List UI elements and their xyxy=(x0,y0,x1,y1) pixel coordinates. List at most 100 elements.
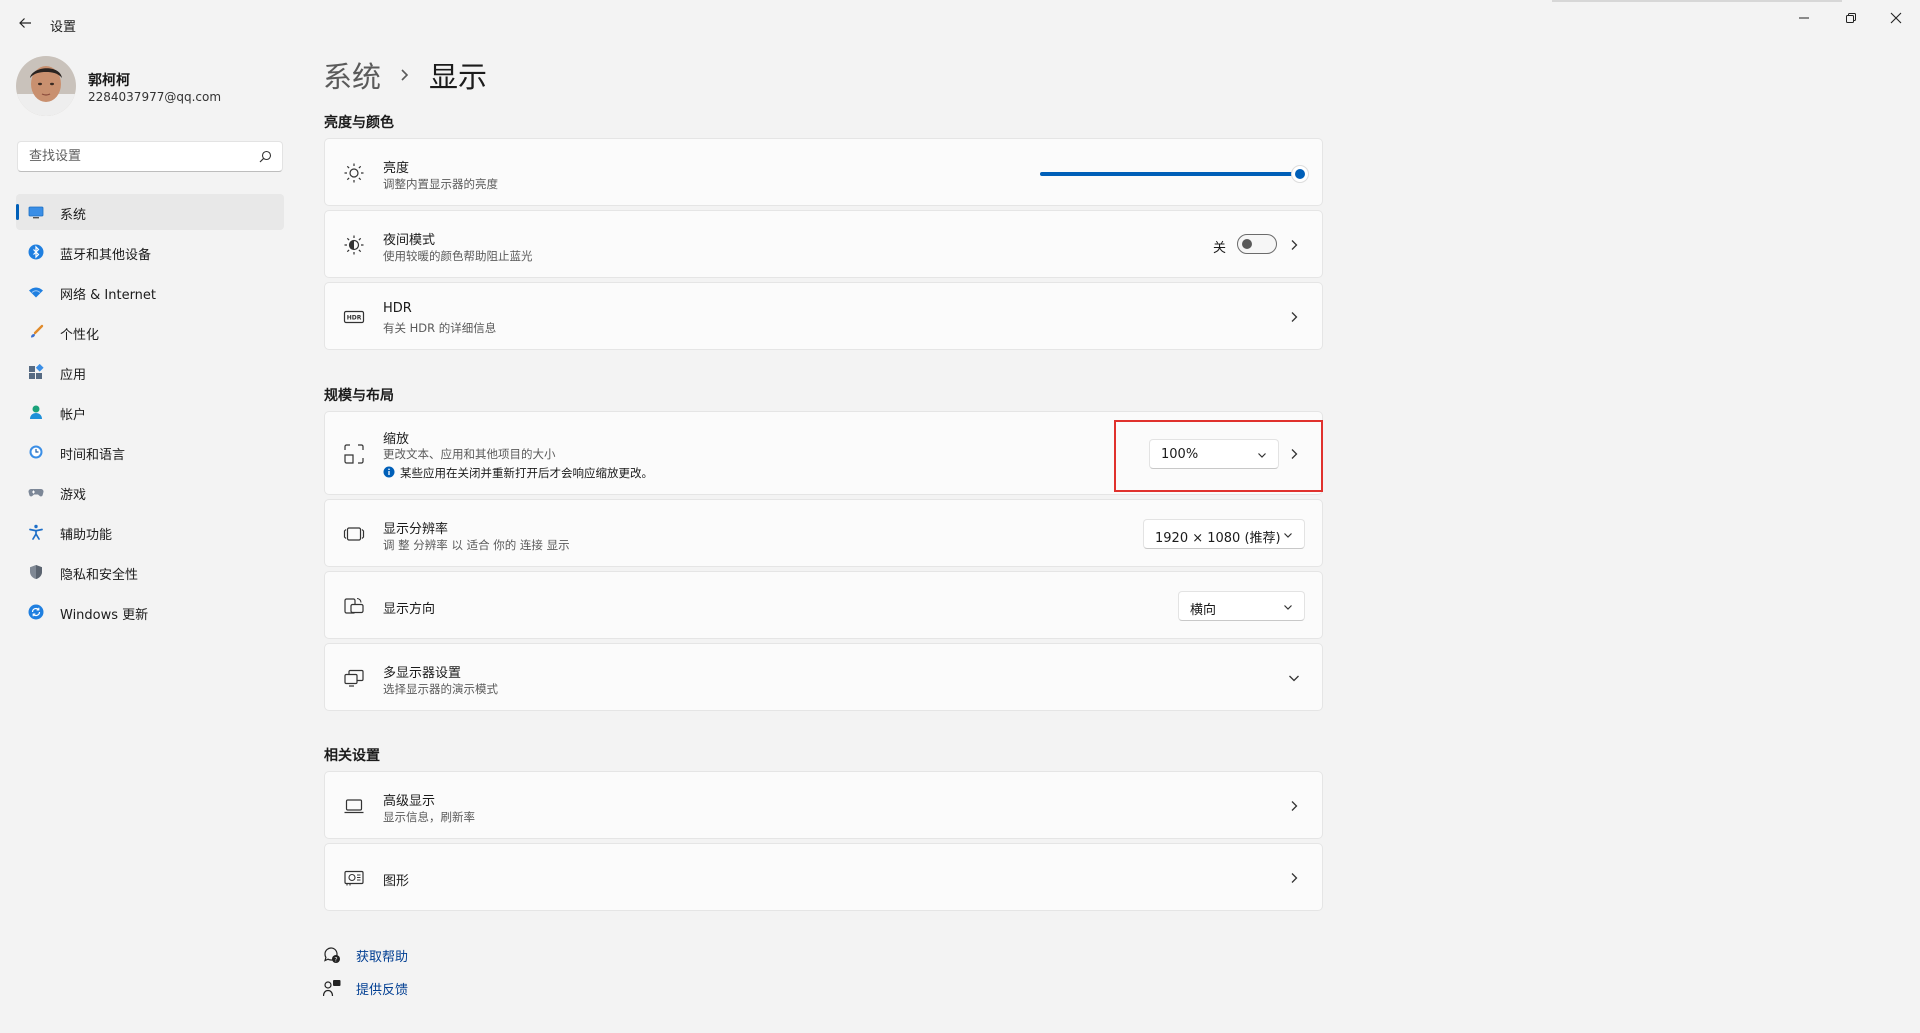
sidebar-item-label: 系统 xyxy=(60,208,87,223)
resolution-dropdown[interactable]: 1920 × 1080 (推荐) xyxy=(1143,519,1305,549)
sidebar-item-label: 帐户 xyxy=(60,408,87,423)
multi-display-title: 多显示器设置 xyxy=(383,666,462,681)
svg-text:HDR: HDR xyxy=(347,315,362,322)
svg-text:?: ? xyxy=(334,956,337,963)
close-icon xyxy=(1890,12,1902,24)
sidebar-item-gaming[interactable]: 游戏 xyxy=(16,474,284,510)
back-button[interactable] xyxy=(14,12,36,34)
section-title-brightness-color: 亮度与颜色 xyxy=(324,115,394,131)
search-input[interactable] xyxy=(27,148,251,165)
scale-subtitle: 更改文本、应用和其他项目的大小 xyxy=(383,447,556,461)
brightness-slider-thumb[interactable] xyxy=(1291,165,1309,183)
person-icon xyxy=(30,405,42,419)
scale-note: 某些应用在关闭并重新打开后才会响应缩放更改。 xyxy=(400,466,653,480)
restore-button[interactable] xyxy=(1831,5,1871,31)
resolution-value: 1920 × 1080 (推荐) xyxy=(1155,531,1281,546)
resolution-title: 显示分辨率 xyxy=(383,522,449,537)
resolution-card: 显示分辨率 调 整 分辨率 以 适合 你的 连接 显示 1920 × 1080 … xyxy=(324,499,1323,567)
chevron-down-icon xyxy=(1284,533,1292,538)
night-mode-subtitle: 使用较暖的颜色帮助阻止蓝光 xyxy=(383,249,533,263)
night-mode-card[interactable]: 夜间模式 使用较暖的颜色帮助阻止蓝光 关 xyxy=(324,210,1323,278)
sidebar-item-network[interactable]: 网络 & Internet xyxy=(16,274,284,310)
slider-thumb-dot xyxy=(1295,169,1305,179)
sidebar-item-apps[interactable]: 应用 xyxy=(16,354,284,390)
sidebar-item-label: 应用 xyxy=(60,368,87,383)
system-icon xyxy=(28,206,44,219)
resolution-icon xyxy=(343,527,365,541)
gamepad-icon xyxy=(28,489,44,497)
bluetooth-icon xyxy=(28,244,44,260)
graphics-title: 图形 xyxy=(383,874,410,889)
sidebar-item-label: 时间和语言 xyxy=(60,448,126,463)
sidebar-item-accounts[interactable]: 帐户 xyxy=(16,394,284,430)
brightness-card: 亮度 调整内置显示器的亮度 xyxy=(324,138,1323,206)
breadcrumb-chevron-icon xyxy=(399,68,411,82)
toggle-knob xyxy=(1242,239,1252,249)
laptop-icon xyxy=(344,799,364,814)
minimize-button[interactable] xyxy=(1784,5,1824,31)
brightness-title: 亮度 xyxy=(383,161,410,176)
avatar-photo-icon xyxy=(16,56,76,116)
sidebar-item-personalization[interactable]: 个性化 xyxy=(16,314,284,350)
highlight-box xyxy=(1114,420,1323,492)
page-title: 显示 xyxy=(429,60,488,94)
chevron-right-icon[interactable] xyxy=(1288,239,1300,251)
sidebar-nav: 系统 蓝牙和其他设备 网络 & Internet 个性化 应用 帐户 时间和语言… xyxy=(16,194,284,634)
feedback-icon xyxy=(323,980,341,997)
orientation-icon xyxy=(344,597,364,614)
advanced-display-card[interactable]: 高级显示 显示信息，刷新率 xyxy=(324,771,1323,839)
title-bar: 设置 xyxy=(0,0,1920,46)
section-title-scale-layout: 规模与布局 xyxy=(324,388,394,404)
shield-icon xyxy=(30,565,42,579)
search-icon[interactable] xyxy=(259,150,272,163)
hdr-icon: HDR xyxy=(343,310,365,324)
update-icon xyxy=(28,604,44,620)
multi-display-card[interactable]: 多显示器设置 选择显示器的演示模式 xyxy=(324,643,1323,711)
get-help-link[interactable]: 获取帮助 xyxy=(356,946,408,965)
user-name: 郭柯柯 xyxy=(88,73,130,89)
user-email: 2284037977@qq.com xyxy=(88,90,222,104)
sidebar-item-label: Windows 更新 xyxy=(60,608,149,623)
hdr-title: HDR xyxy=(383,301,412,316)
night-mode-state-label: 关 xyxy=(1213,241,1227,256)
chevron-right-icon[interactable] xyxy=(1288,800,1300,812)
title-bar-divider xyxy=(1552,0,1842,2)
advanced-display-subtitle: 显示信息，刷新率 xyxy=(383,810,475,824)
graphics-card[interactable]: 图形 xyxy=(324,843,1323,911)
night-mode-toggle[interactable] xyxy=(1237,234,1277,254)
wifi-icon xyxy=(29,287,43,298)
brightness-slider-track[interactable] xyxy=(1040,172,1302,176)
sidebar-item-label: 蓝牙和其他设备 xyxy=(60,248,152,263)
feedback-link[interactable]: 提供反馈 xyxy=(356,979,408,998)
chevron-down-icon xyxy=(1284,605,1292,610)
sidebar-item-label: 个性化 xyxy=(60,328,100,343)
app-title: 设置 xyxy=(50,20,77,35)
orientation-card: 显示方向 横向 xyxy=(324,571,1323,639)
sidebar-item-label: 网络 & Internet xyxy=(60,288,157,303)
chevron-right-icon[interactable] xyxy=(1288,311,1300,323)
sidebar-item-accessibility[interactable]: 辅助功能 xyxy=(16,514,284,550)
sidebar-item-bluetooth[interactable]: 蓝牙和其他设备 xyxy=(16,234,284,270)
orientation-dropdown[interactable]: 横向 xyxy=(1178,591,1305,621)
breadcrumb-parent[interactable]: 系统 xyxy=(323,54,381,96)
close-button[interactable] xyxy=(1876,5,1916,31)
apps-icon xyxy=(29,364,44,379)
chevron-right-icon[interactable] xyxy=(1288,872,1300,884)
sidebar-item-privacy[interactable]: 隐私和安全性 xyxy=(16,554,284,590)
breadcrumb: 系统 显示 xyxy=(323,54,487,96)
search-box[interactable] xyxy=(17,141,283,172)
sidebar-item-windows-update[interactable]: Windows 更新 xyxy=(16,594,284,630)
night-light-icon xyxy=(344,235,364,255)
hdr-card[interactable]: HDR HDR 有关 HDR 的详细信息 xyxy=(324,282,1323,350)
chevron-down-icon[interactable] xyxy=(1288,672,1300,684)
resolution-subtitle: 调 整 分辨率 以 适合 你的 连接 显示 xyxy=(383,538,570,552)
hdr-info-link[interactable]: 有关 HDR 的详细信息 xyxy=(383,320,496,336)
sun-icon xyxy=(344,163,364,183)
multi-display-subtitle: 选择显示器的演示模式 xyxy=(383,682,498,696)
back-arrow-icon xyxy=(19,18,31,28)
night-mode-title: 夜间模式 xyxy=(383,233,436,248)
avatar[interactable] xyxy=(16,56,76,116)
advanced-display-title: 高级显示 xyxy=(383,794,436,809)
sidebar-item-time-language[interactable]: 时间和语言 xyxy=(16,434,284,470)
sidebar-item-system[interactable]: 系统 xyxy=(16,194,284,230)
